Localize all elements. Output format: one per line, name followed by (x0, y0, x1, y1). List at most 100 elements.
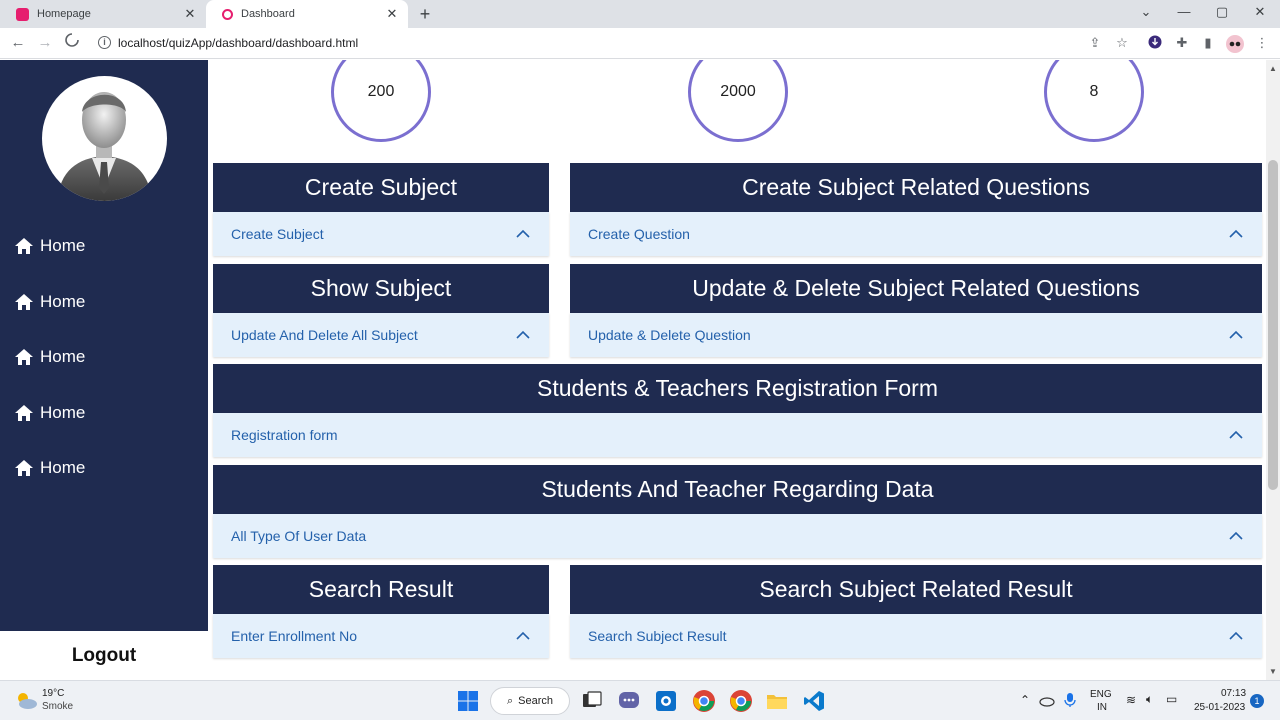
accordion-label: Update & Delete Question (588, 327, 751, 343)
clock-date: 25-01-2023 (1194, 702, 1246, 713)
chevron-up-icon (1229, 631, 1243, 640)
logout-button[interactable]: Logout (0, 631, 208, 680)
accordion-label: Create Subject (231, 226, 324, 242)
accordion-toggle[interactable]: Update & Delete Question (570, 313, 1262, 357)
stat-circle: 200 (331, 60, 431, 142)
tab-homepage[interactable]: Homepage ✕ (0, 0, 206, 28)
wifi-icon[interactable]: ≋ (1126, 693, 1136, 707)
scroll-down-icon[interactable]: ▼ (1269, 667, 1277, 676)
side-panel-icon[interactable]: ▮ (1200, 35, 1216, 51)
taskbar-search[interactable]: ⌕ Search (490, 687, 570, 715)
volume-icon[interactable]: 🔈︎ (1146, 692, 1153, 707)
sidebar-item-label: Home (40, 347, 86, 366)
chevron-up-icon (516, 330, 530, 339)
region-indicator: IN (1097, 702, 1107, 713)
card-update-delete-questions: Update & Delete Subject Related Question… (570, 264, 1262, 357)
loading-icon[interactable] (62, 33, 82, 53)
scroll-up-icon[interactable]: ▲ (1269, 64, 1277, 73)
camera-app-icon[interactable] (654, 689, 678, 713)
accordion-toggle[interactable]: Enter Enrollment No (213, 614, 549, 658)
browser-toolbar: ← → i localhost/quizApp/dashboard/dashbo… (0, 28, 1280, 59)
card-registration-form: Students & Teachers Registration Form Re… (213, 364, 1262, 457)
sidebar: Home Home Home Home Home Logout (0, 60, 208, 680)
file-explorer-icon[interactable] (765, 689, 789, 713)
card-search-subject-result: Search Subject Related Result Search Sub… (570, 565, 1262, 658)
notification-badge[interactable]: 1 (1250, 694, 1264, 708)
home-icon (15, 238, 33, 254)
sidebar-item-home[interactable]: Home (14, 345, 85, 369)
browser-tab-bar: Homepage ✕ Dashboard ✕ + ⌄ — ▢ ✕ (0, 0, 1280, 28)
tab-dashboard[interactable]: Dashboard ✕ (206, 0, 408, 28)
address-bar[interactable]: localhost/quizApp/dashboard/dashboard.ht… (118, 36, 358, 50)
page-scrollbar[interactable]: ▲ ▼ (1266, 60, 1280, 680)
sidebar-item-home[interactable]: Home (14, 234, 85, 258)
bookmark-star-icon[interactable]: ☆ (1114, 35, 1130, 51)
windows-taskbar: 19°C Smoke ⌕ Search ⌃ ENG IN ≋ 🔈︎ ▭ 07:1… (0, 680, 1280, 720)
menu-kebab-icon[interactable]: ⋮ (1254, 35, 1270, 51)
accordion-toggle[interactable]: Create Subject (213, 212, 549, 256)
card-title: Show Subject (213, 264, 549, 313)
new-tab-icon[interactable]: + (414, 3, 436, 25)
accordion-toggle[interactable]: Registration form (213, 413, 1262, 457)
card-create-subject: Create Subject Create Subject (213, 163, 549, 256)
tab-search-chevron-icon[interactable]: ⌄ (1135, 4, 1157, 20)
card-search-result: Search Result Enter Enrollment No (213, 565, 549, 658)
user-avatar-icon (57, 92, 152, 201)
sidebar-item-label: Home (40, 236, 86, 255)
battery-icon[interactable]: ▭ (1166, 692, 1177, 706)
vscode-icon[interactable] (802, 689, 826, 713)
sidebar-item-home[interactable]: Home (14, 290, 85, 314)
accordion-label: All Type Of User Data (231, 528, 367, 544)
back-icon[interactable]: ← (8, 33, 28, 53)
clock-time[interactable]: 07:13 (1221, 688, 1246, 699)
search-icon: ⌕ (507, 694, 514, 707)
accordion-label: Registration form (231, 427, 338, 443)
onedrive-icon[interactable] (1038, 691, 1056, 709)
search-label: Search (518, 695, 554, 707)
tray-overflow-icon[interactable]: ⌃ (1020, 693, 1030, 707)
extensions-icon[interactable]: ✚ (1174, 35, 1190, 51)
accordion-label: Create Question (588, 226, 690, 242)
scrollbar-thumb[interactable] (1268, 160, 1278, 490)
home-icon (15, 405, 33, 421)
homepage-favicon-icon (16, 7, 29, 21)
windows-start-icon[interactable] (456, 689, 480, 713)
site-info-icon[interactable]: i (98, 36, 111, 49)
minimize-icon[interactable]: — (1173, 4, 1195, 19)
share-icon[interactable]: ⇪ (1087, 35, 1103, 51)
accordion-toggle[interactable]: All Type Of User Data (213, 514, 1262, 558)
microphone-icon[interactable] (1062, 691, 1078, 709)
stat-circle: 8 (1044, 60, 1144, 142)
avatar (42, 76, 167, 201)
task-view-icon[interactable] (580, 689, 604, 713)
teams-chat-icon[interactable] (617, 689, 641, 713)
accordion-toggle[interactable]: Update And Delete All Subject (213, 313, 549, 357)
close-icon[interactable]: ✕ (182, 6, 198, 22)
window-close-icon[interactable]: ✕ (1249, 4, 1271, 20)
close-icon[interactable]: ✕ (384, 6, 400, 22)
weather-temperature: 19°C (42, 688, 65, 699)
sidebar-item-home[interactable]: Home (14, 401, 85, 425)
sidebar-item-home[interactable]: Home (14, 456, 85, 480)
card-title: Create Subject (213, 163, 549, 212)
chrome-profile-icon[interactable] (729, 689, 753, 713)
chrome-icon[interactable] (692, 689, 716, 713)
card-create-questions: Create Subject Related Questions Create … (570, 163, 1262, 256)
tab-title: Dashboard (241, 8, 295, 20)
chevron-up-icon (1229, 430, 1243, 439)
sidebar-item-label: Home (40, 458, 86, 477)
accordion-toggle[interactable]: Create Question (570, 212, 1262, 256)
maximize-icon[interactable]: ▢ (1211, 4, 1233, 20)
weather-icon[interactable] (14, 689, 38, 711)
accordion-toggle[interactable]: Search Subject Result (570, 614, 1262, 658)
accordion-label: Update And Delete All Subject (231, 327, 418, 343)
dashboard-main: 200 2000 8 Create Subject Create Subject… (208, 60, 1266, 680)
weather-description: Smoke (42, 701, 74, 712)
download-icon[interactable] (1147, 35, 1163, 51)
profile-avatar-icon[interactable] (1226, 35, 1244, 53)
card-title: Create Subject Related Questions (570, 163, 1262, 212)
language-indicator[interactable]: ENG (1090, 689, 1112, 700)
home-icon (15, 349, 33, 365)
card-title: Update & Delete Subject Related Question… (570, 264, 1262, 313)
forward-icon[interactable]: → (35, 33, 55, 53)
